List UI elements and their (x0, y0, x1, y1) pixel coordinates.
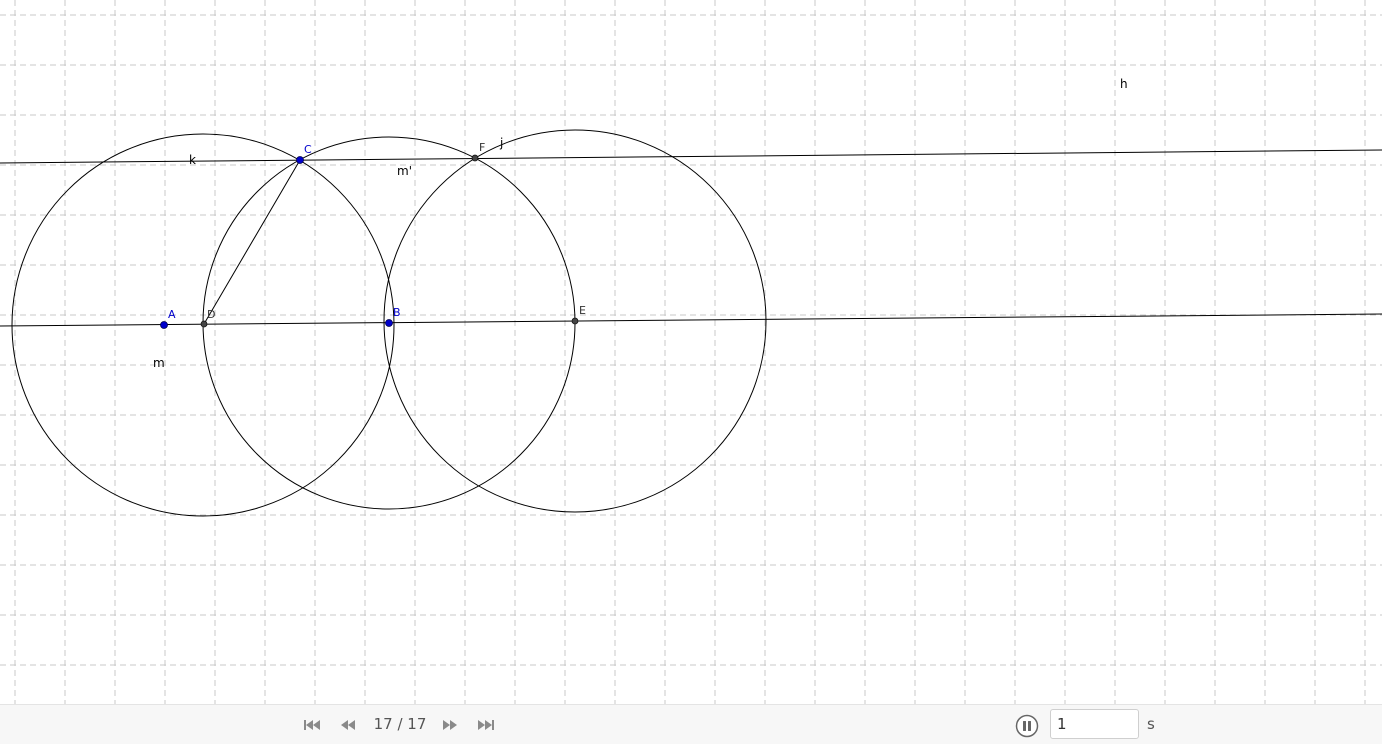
line-k[interactable] (0, 149, 1382, 164)
point-a-label: A (168, 308, 176, 321)
point-a[interactable]: A (160, 308, 177, 329)
label-m-prime: m' (397, 164, 412, 178)
segment-dc[interactable] (203, 159, 301, 325)
label-j: j (499, 136, 503, 150)
previous-step-button[interactable] (336, 716, 360, 734)
fast-forward-icon (443, 720, 457, 730)
point-d-label: D (207, 308, 215, 321)
label-k: k (189, 153, 196, 167)
skip-to-end-icon (478, 720, 494, 730)
interval-input[interactable] (1050, 709, 1139, 739)
graphics-view[interactable]: k m' j m h A D C B F E (0, 0, 1382, 704)
pause-icon (1015, 714, 1039, 738)
construction-protocol-player: 17 / 17 s (0, 704, 1382, 744)
first-step-button[interactable] (300, 716, 324, 734)
point-b[interactable]: B (385, 306, 401, 327)
step-counter: 17 / 17 (373, 715, 427, 733)
point-c-label: C (304, 143, 312, 156)
pause-button[interactable] (1015, 714, 1039, 738)
interval-unit-label: s (1147, 715, 1155, 733)
next-step-button[interactable] (438, 716, 462, 734)
point-e-label: E (579, 304, 586, 317)
point-f-label: F (479, 141, 485, 154)
rewind-icon (341, 720, 355, 730)
label-m: m (153, 356, 165, 370)
last-step-button[interactable] (474, 716, 498, 734)
skip-to-start-icon (304, 720, 320, 730)
point-b-label: B (393, 306, 401, 319)
label-h: h (1120, 77, 1128, 91)
grid (0, 0, 1382, 704)
